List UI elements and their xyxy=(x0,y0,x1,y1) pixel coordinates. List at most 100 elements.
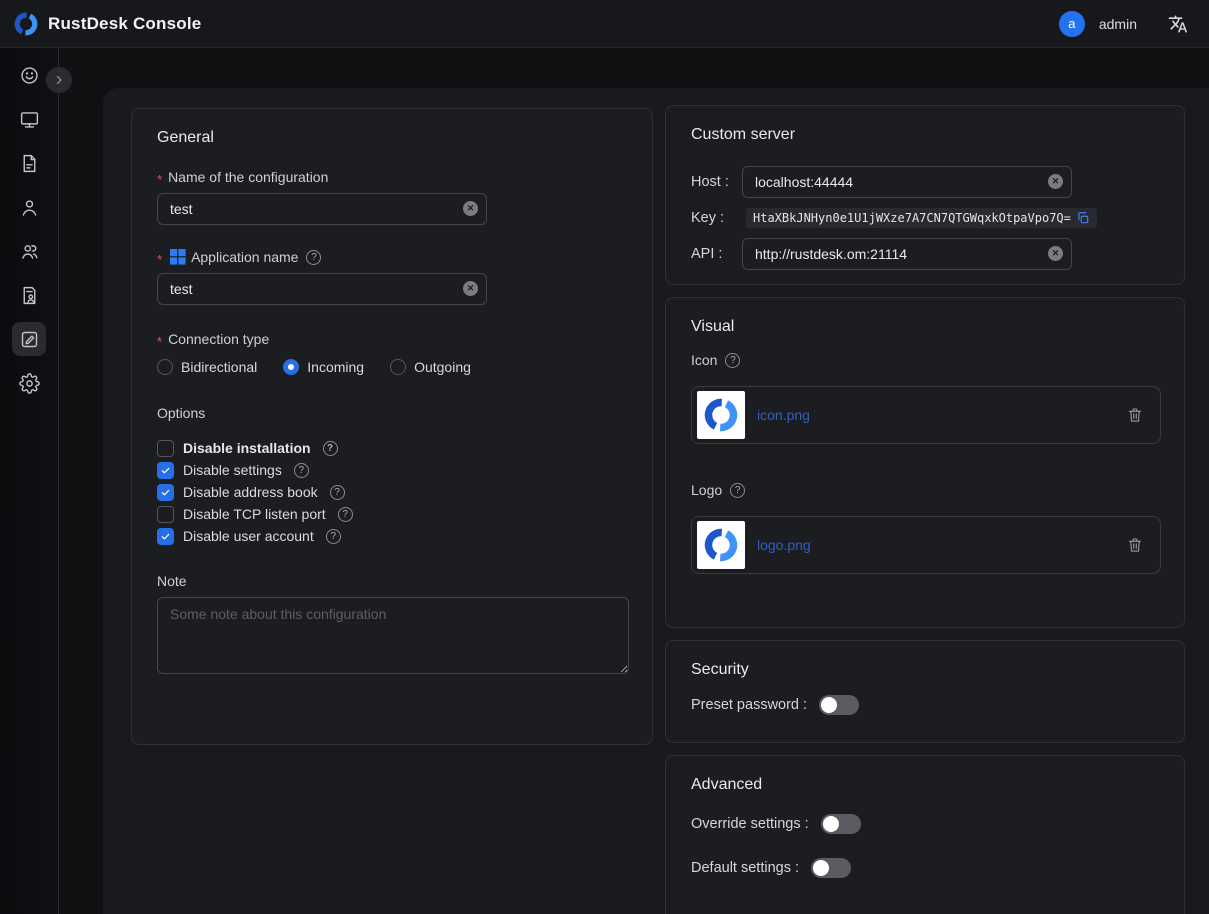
icon-label: Icon xyxy=(691,352,717,368)
delete-logo-button[interactable] xyxy=(1126,536,1144,554)
monitor-icon xyxy=(19,109,40,130)
radio-bidirectional[interactable]: Bidirectional xyxy=(157,359,257,375)
help-icon[interactable]: ? xyxy=(338,507,353,522)
checkbox-icon xyxy=(157,506,174,523)
sidebar-expand-button[interactable] xyxy=(46,67,72,93)
key-value: HtaXBkJNHyn0e1U1jWXze7A7CN7QTGWqxkOtpaVp… xyxy=(753,211,1071,225)
visual-card: Visual Icon ? icon.png Logo ? xyxy=(665,297,1185,628)
trash-icon xyxy=(1126,536,1144,554)
checkbox-icon xyxy=(157,528,174,545)
checkbox-disable-address-book[interactable]: Disable address book ? xyxy=(157,481,627,503)
sidebar-item-address-books[interactable] xyxy=(12,278,46,312)
general-title: General xyxy=(157,129,627,147)
document-icon xyxy=(19,153,40,174)
checkbox-icon xyxy=(157,484,174,501)
preset-password-toggle[interactable] xyxy=(819,695,859,715)
checkbox-disable-user-account[interactable]: Disable user account ? xyxy=(157,525,627,547)
logo-file-row: logo.png xyxy=(691,516,1161,574)
copy-icon xyxy=(1076,211,1090,225)
sidebar-item-settings[interactable] xyxy=(12,366,46,400)
api-input[interactable] xyxy=(742,238,1072,270)
radio-circle-icon xyxy=(283,359,299,375)
user-icon xyxy=(19,197,40,218)
icon-file-link[interactable]: icon.png xyxy=(757,407,810,423)
key-row: Key : HtaXBkJNHyn0e1U1jWXze7A7CN7QTGWqxk… xyxy=(691,208,1159,228)
users-icon xyxy=(19,241,40,262)
icon-file-row: icon.png xyxy=(691,386,1161,444)
rustdesk-logo-icon xyxy=(701,525,741,565)
clear-api-icon[interactable]: ✕ xyxy=(1048,246,1063,261)
sidebar-item-audit[interactable] xyxy=(12,146,46,180)
api-input-wrap: ✕ xyxy=(742,238,1072,270)
host-row: Host : ✕ xyxy=(691,166,1159,198)
username[interactable]: admin xyxy=(1099,16,1137,32)
application-name-input[interactable] xyxy=(157,273,487,305)
logo-file-link[interactable]: logo.png xyxy=(757,537,811,553)
name-input-wrap: ✕ xyxy=(157,193,487,225)
security-card: Security Preset password : xyxy=(665,640,1185,743)
sidebar xyxy=(0,48,59,914)
sidebar-item-devices[interactable] xyxy=(12,102,46,136)
sidebar-item-groups[interactable] xyxy=(12,234,46,268)
help-icon[interactable]: ? xyxy=(725,353,740,368)
brand: RustDesk Console xyxy=(12,10,201,38)
required-asterisk: * xyxy=(157,172,162,187)
radio-outgoing[interactable]: Outgoing xyxy=(390,359,471,375)
chevron-right-icon xyxy=(53,74,65,86)
checkbox-disable-tcp-listen-port[interactable]: Disable TCP listen port ? xyxy=(157,503,627,525)
advanced-title: Advanced xyxy=(691,776,1159,794)
app-title: RustDesk Console xyxy=(48,14,201,34)
trash-icon xyxy=(1126,406,1144,424)
copy-key-button[interactable] xyxy=(1076,211,1090,225)
radio-circle-icon xyxy=(390,359,406,375)
icon-thumbnail xyxy=(697,391,745,439)
required-asterisk: * xyxy=(157,252,162,267)
note-textarea[interactable] xyxy=(157,597,629,674)
language-button[interactable] xyxy=(1167,13,1189,35)
logo-label-row: Logo ? xyxy=(691,482,1159,498)
user-avatar[interactable]: a xyxy=(1059,11,1085,37)
required-asterisk: * xyxy=(157,334,162,349)
host-input-wrap: ✕ xyxy=(742,166,1072,198)
radio-circle-icon xyxy=(157,359,173,375)
override-settings-row: Override settings : xyxy=(691,814,1159,834)
app-input-wrap: ✕ xyxy=(157,273,487,305)
sidebar-item-users[interactable] xyxy=(12,190,46,224)
translate-icon xyxy=(1168,14,1188,34)
checkbox-disable-settings[interactable]: Disable settings ? xyxy=(157,459,627,481)
toggle-knob xyxy=(813,860,829,876)
app-header: RustDesk Console a admin xyxy=(0,0,1209,48)
preset-password-row: Preset password : xyxy=(691,695,1159,715)
general-card: General * Name of the configuration ✕ * … xyxy=(131,108,653,745)
help-icon[interactable]: ? xyxy=(730,483,745,498)
security-title: Security xyxy=(691,661,1159,679)
default-settings-toggle[interactable] xyxy=(811,858,851,878)
smiley-icon xyxy=(19,65,40,86)
toggle-knob xyxy=(823,816,839,832)
windows-icon xyxy=(170,249,186,265)
clear-name-icon[interactable]: ✕ xyxy=(463,201,478,216)
api-row: API : ✕ xyxy=(691,238,1159,270)
sidebar-item-custom-clients[interactable] xyxy=(12,322,46,356)
gear-icon xyxy=(19,373,40,394)
sidebar-item-dashboard[interactable] xyxy=(12,58,46,92)
connection-type-label: * Connection type xyxy=(157,331,627,347)
config-name-input[interactable] xyxy=(157,193,487,225)
delete-icon-button[interactable] xyxy=(1126,406,1144,424)
checkbox-disable-installation[interactable]: Disable installation ? xyxy=(157,437,627,459)
help-icon[interactable]: ? xyxy=(323,441,338,456)
clear-host-icon[interactable]: ✕ xyxy=(1048,174,1063,189)
checkbox-icon xyxy=(157,440,174,457)
note-label: Note xyxy=(157,573,627,589)
override-settings-toggle[interactable] xyxy=(821,814,861,834)
options-label: Options xyxy=(157,405,627,421)
help-icon[interactable]: ? xyxy=(294,463,309,478)
help-icon[interactable]: ? xyxy=(306,250,321,265)
help-icon[interactable]: ? xyxy=(330,485,345,500)
clear-app-icon[interactable]: ✕ xyxy=(463,281,478,296)
host-input[interactable] xyxy=(742,166,1072,198)
key-label: Key : xyxy=(691,210,742,226)
radio-incoming[interactable]: Incoming xyxy=(283,359,364,375)
app-field-label: * Application name ? xyxy=(157,249,627,265)
help-icon[interactable]: ? xyxy=(326,529,341,544)
